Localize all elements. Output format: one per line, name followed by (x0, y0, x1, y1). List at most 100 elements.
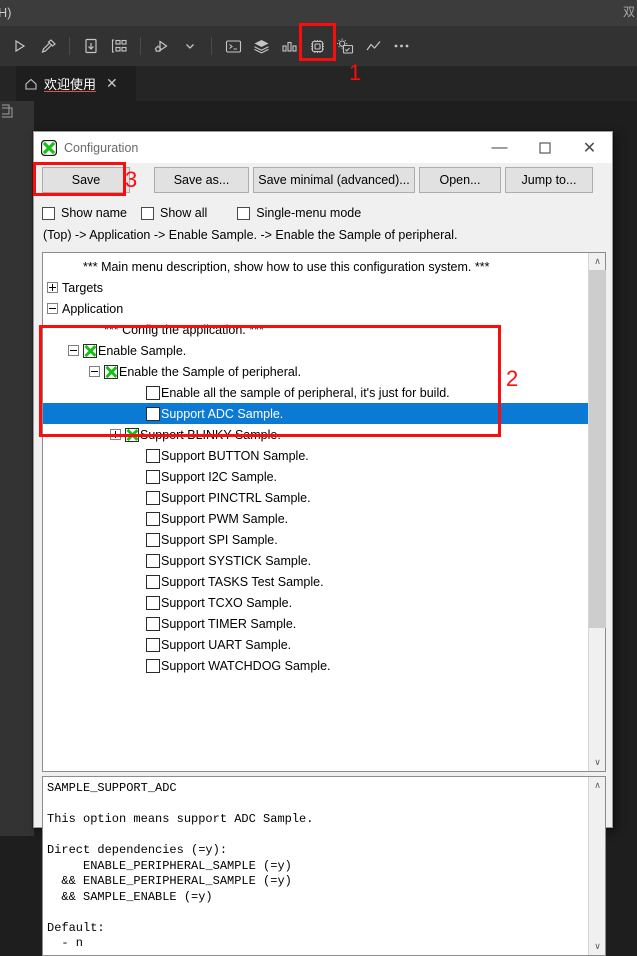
tree-row[interactable]: *** Config the application. *** (43, 319, 588, 340)
tree-checkbox-unchecked[interactable] (146, 617, 160, 631)
help-panel: SAMPLE_SUPPORT_ADC This option means sup… (42, 776, 606, 956)
tree-checkbox-unchecked[interactable] (146, 554, 160, 568)
dialog-title-bar[interactable]: Configuration — ✕ (34, 132, 612, 163)
tree-row-label: Support TCXO Sample. (161, 596, 292, 610)
tree-row-label: Support BLINKY Sample. (140, 428, 281, 442)
chevron-down-icon[interactable] (176, 32, 204, 60)
single-menu-mode-label: Single-menu mode (256, 206, 361, 220)
tree-row[interactable]: Support UART Sample. (43, 634, 588, 655)
debug-icon[interactable] (148, 32, 176, 60)
more-actions-icon[interactable] (387, 32, 415, 60)
scrollbar-thumb[interactable] (589, 270, 606, 628)
tree-row-label: *** Main menu description, show how to u… (83, 260, 489, 274)
scroll-down-arrow[interactable]: ∨ (589, 938, 606, 955)
chip-icon[interactable] (303, 32, 331, 60)
explorer-icon[interactable] (2, 103, 24, 125)
tree-row[interactable]: Support PWM Sample. (43, 508, 588, 529)
tree-scrollbar[interactable]: ∧ ∨ (588, 253, 605, 771)
tree-row[interactable]: Enable Sample. (43, 340, 588, 361)
tree-row[interactable]: Support TCXO Sample. (43, 592, 588, 613)
tree-row[interactable]: Support SPI Sample. (43, 529, 588, 550)
tree-checkbox-checked[interactable] (104, 365, 118, 379)
scroll-up-arrow[interactable]: ∧ (589, 777, 606, 794)
checkbox-box (42, 207, 55, 220)
tree-checkbox-unchecked[interactable] (146, 533, 160, 547)
tree-row-label: Targets (62, 281, 103, 295)
green-x-icon (41, 140, 57, 156)
run-icon[interactable] (6, 32, 34, 60)
collapse-icon[interactable] (47, 303, 58, 314)
config-tree-panel: *** Main menu description, show how to u… (42, 252, 606, 772)
tree-checkbox-unchecked[interactable] (146, 449, 160, 463)
tree-checkbox-unchecked[interactable] (146, 575, 160, 589)
show-name-checkbox[interactable]: Show name (42, 206, 127, 220)
single-menu-mode-checkbox[interactable]: Single-menu mode (237, 206, 361, 220)
tree-checkbox-checked[interactable] (125, 428, 139, 442)
title-bar-right-partial: 双 (623, 2, 637, 22)
tree-checkbox-unchecked[interactable] (146, 638, 160, 652)
tree-checkbox-unchecked[interactable] (146, 407, 160, 421)
tree-row[interactable]: *** Main menu description, show how to u… (43, 256, 588, 277)
tree-row-label: *** Config the application. *** (104, 323, 264, 337)
expand-icon[interactable] (110, 429, 121, 440)
show-all-checkbox[interactable]: Show all (141, 206, 207, 220)
tree-row[interactable]: Support TIMER Sample. (43, 613, 588, 634)
build-hammer-icon[interactable] (34, 32, 62, 60)
tree-row[interactable]: Enable all the sample of peripheral, it'… (43, 382, 588, 403)
tree-row[interactable]: Targets (43, 277, 588, 298)
save-as-button[interactable]: Save as... (154, 167, 249, 193)
tree-row[interactable]: Support I2C Sample. (43, 466, 588, 487)
tree-row[interactable]: Support ADC Sample. (43, 403, 588, 424)
dialog-title: Configuration (64, 141, 477, 155)
tree-row-label: Support SPI Sample. (161, 533, 278, 547)
tree-row[interactable]: Support SYSTICK Sample. (43, 550, 588, 571)
tree-row[interactable]: Support BLINKY Sample. (43, 424, 588, 445)
tree-checkbox-unchecked[interactable] (146, 596, 160, 610)
tree-checkbox-unchecked[interactable] (146, 512, 160, 526)
show-all-label: Show all (160, 206, 207, 220)
save-minimal-button[interactable]: Save minimal (advanced)... (253, 167, 415, 193)
toolbar-separator (69, 37, 70, 55)
config-gear-icon[interactable] (331, 32, 359, 60)
layers-icon[interactable] (247, 32, 275, 60)
tree-row[interactable]: Application (43, 298, 588, 319)
minimize-button[interactable]: — (477, 132, 522, 163)
expand-icon[interactable] (47, 282, 58, 293)
tab-welcome[interactable]: 欢迎使用 ✕ (16, 66, 136, 101)
dialog-options-row: Show name Show all Single-menu mode (34, 199, 612, 227)
tree-row-label: Support TASKS Test Sample. (161, 575, 324, 589)
tree-checkbox-unchecked[interactable] (146, 470, 160, 484)
tree-checkbox-unchecked[interactable] (146, 659, 160, 673)
menu-bar-partial[interactable]: (H) (0, 0, 11, 26)
tree-row[interactable]: Enable the Sample of peripheral. (43, 361, 588, 382)
tree-row[interactable]: Support BUTTON Sample. (43, 445, 588, 466)
open-button[interactable]: Open... (419, 167, 501, 193)
help-scrollbar[interactable]: ∧ ∨ (588, 777, 605, 955)
save-button[interactable]: Save (42, 167, 130, 193)
tree-row-label: Support PWM Sample. (161, 512, 288, 526)
tree-checkbox-checked[interactable] (83, 344, 97, 358)
jump-to-button[interactable]: Jump to... (505, 167, 593, 193)
close-icon[interactable]: ✕ (106, 75, 118, 92)
tree-checkbox-unchecked[interactable] (146, 491, 160, 505)
collapse-icon[interactable] (68, 345, 79, 356)
tree-row-label: Support I2C Sample. (161, 470, 277, 484)
terminal-icon[interactable] (219, 32, 247, 60)
collapse-icon[interactable] (89, 366, 100, 377)
tree-checkbox-unchecked[interactable] (146, 386, 160, 400)
tree-row[interactable]: Support PINCTRL Sample. (43, 487, 588, 508)
tree-row-label: Support ADC Sample. (161, 407, 283, 421)
download-file-icon[interactable] (77, 32, 105, 60)
flowchart-icon[interactable] (105, 32, 133, 60)
tree-row[interactable]: Support WATCHDOG Sample. (43, 655, 588, 676)
scroll-up-arrow[interactable]: ∧ (589, 253, 606, 270)
tree-row[interactable]: Support TASKS Test Sample. (43, 571, 588, 592)
scroll-down-arrow[interactable]: ∨ (589, 754, 606, 771)
config-tree[interactable]: *** Main menu description, show how to u… (43, 253, 588, 771)
maximize-button[interactable] (522, 132, 567, 163)
tree-row-label: Support UART Sample. (161, 638, 291, 652)
line-chart-icon[interactable] (359, 32, 387, 60)
close-button[interactable]: ✕ (567, 132, 612, 163)
help-text: SAMPLE_SUPPORT_ADC This option means sup… (47, 781, 588, 952)
bar-chart-icon[interactable] (275, 32, 303, 60)
